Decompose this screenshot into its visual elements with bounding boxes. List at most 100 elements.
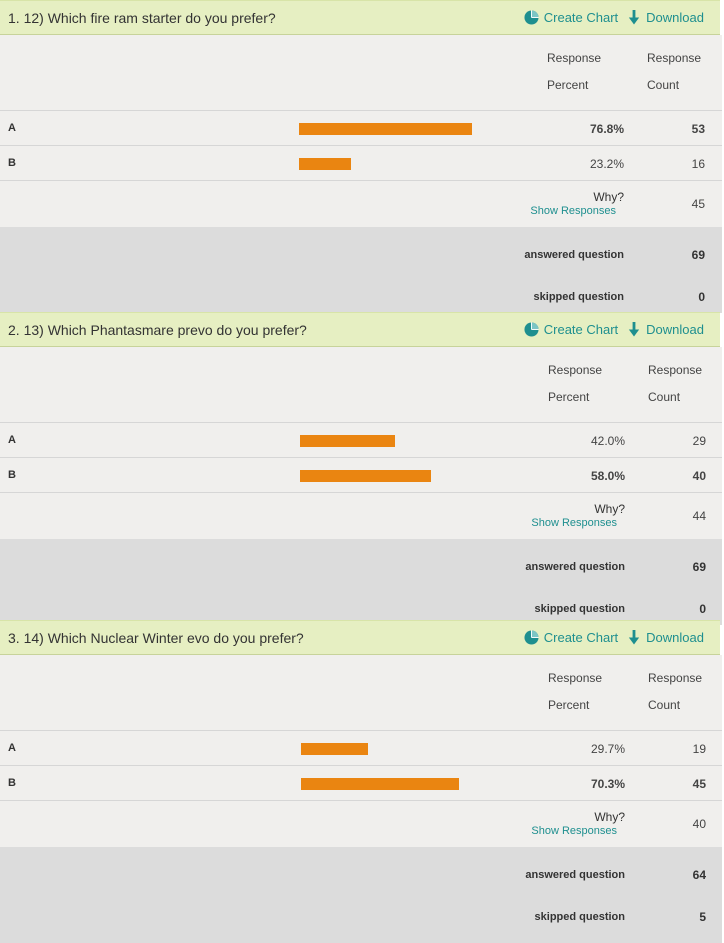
question-table: Response Percent Response Count A 76.8% 53 B 23.… [0, 35, 722, 313]
option-percent: 29.7% [590, 742, 625, 756]
response-percent-header-2: Percent [548, 698, 590, 712]
response-count-header-2: Count [647, 78, 680, 92]
skipped-question-label: skipped question [534, 603, 625, 615]
question-block: 1. 12) Which fire ram starter do you pre… [0, 0, 722, 313]
download-label: Download [646, 322, 704, 337]
download-button[interactable]: Download [628, 10, 704, 25]
show-responses-link[interactable]: Show Responses [496, 205, 616, 217]
response-percent-header-1: Response [548, 363, 603, 377]
show-responses-link[interactable]: Show Responses [497, 825, 617, 837]
row-divider [0, 422, 722, 423]
question-title: 2. 13) Which Phantasmare prevo do you pr… [8, 322, 307, 338]
option-count: 29 [692, 434, 706, 448]
question-header: 2. 13) Which Phantasmare prevo do you pr… [0, 312, 720, 347]
question-header: 3. 14) Which Nuclear Winter evo do you p… [0, 620, 720, 655]
option-percent: 23.2% [589, 157, 624, 171]
create-chart-button[interactable]: Create Chart [524, 10, 618, 25]
response-count-header-1: Response [648, 363, 703, 377]
skipped-question-label: skipped question [534, 911, 625, 923]
question-title: 1. 12) Which fire ram starter do you pre… [8, 10, 276, 26]
option-bar [300, 470, 431, 482]
question-actions: Create Chart Download [524, 322, 704, 337]
skipped-question-count: 0 [698, 290, 705, 304]
option-count: 19 [692, 742, 706, 756]
download-arrow-icon [629, 630, 640, 645]
question-header: 1. 12) Which fire ram starter do you pre… [0, 0, 720, 35]
response-count-header-1: Response [648, 671, 703, 685]
pie-chart-icon [524, 630, 539, 645]
answered-question-label: answered question [525, 561, 625, 573]
pie-chart-icon [524, 322, 539, 337]
why-label: Why? [594, 810, 625, 824]
option-label: B [8, 777, 16, 789]
option-bar [299, 158, 351, 170]
option-label: A [8, 122, 16, 134]
answered-question-count: 69 [692, 560, 706, 574]
skipped-question-label: skipped question [533, 291, 624, 303]
download-label: Download [646, 630, 704, 645]
option-label: A [8, 434, 16, 446]
option-count: 45 [692, 777, 706, 791]
option-bar [301, 778, 459, 790]
create-chart-button[interactable]: Create Chart [524, 322, 618, 337]
pie-chart-icon [524, 10, 539, 25]
question-block: 3. 14) Which Nuclear Winter evo do you p… [0, 620, 722, 943]
download-button[interactable]: Download [628, 630, 704, 645]
option-percent: 42.0% [590, 434, 625, 448]
option-bar [299, 123, 472, 135]
row-divider [0, 180, 722, 181]
response-percent-header-2: Percent [547, 78, 589, 92]
summary-block [0, 847, 722, 943]
row-divider [0, 145, 722, 146]
download-arrow-icon [629, 10, 640, 25]
why-label: Why? [593, 190, 624, 204]
response-percent-header-1: Response [547, 51, 602, 65]
question-table: Response Percent Response Count A 42.0% 29 B 58.… [0, 347, 722, 625]
download-arrow-icon [629, 322, 640, 337]
answered-question-label: answered question [524, 249, 624, 261]
why-count: 44 [692, 509, 706, 523]
answered-question-count: 64 [692, 868, 706, 882]
response-percent-header-2: Percent [548, 390, 590, 404]
create-chart-label: Create Chart [543, 10, 619, 25]
row-divider [0, 800, 722, 801]
download-button[interactable]: Download [628, 322, 704, 337]
option-label: A [8, 742, 16, 754]
answered-question-count: 69 [691, 248, 705, 262]
question-title: 3. 14) Which Nuclear Winter evo do you p… [8, 630, 304, 646]
option-percent: 70.3% [590, 777, 625, 791]
option-label: B [8, 469, 16, 481]
option-bar [300, 435, 395, 447]
show-responses-link[interactable]: Show Responses [497, 517, 617, 529]
skipped-question-count: 5 [699, 910, 706, 924]
option-count: 40 [692, 469, 706, 483]
option-bar [301, 743, 368, 755]
skipped-question-count: 0 [699, 602, 706, 616]
response-percent-header-1: Response [548, 671, 603, 685]
question-actions: Create Chart Download [524, 630, 704, 645]
option-percent: 58.0% [590, 469, 625, 483]
create-chart-label: Create Chart [543, 630, 619, 645]
question-actions: Create Chart Download [524, 10, 704, 25]
download-label: Download [646, 10, 704, 25]
question-table: Response Percent Response Count A 29.7% 19 B 70.… [0, 655, 722, 943]
create-chart-label: Create Chart [543, 322, 619, 337]
option-count: 53 [691, 122, 705, 136]
option-percent: 76.8% [589, 122, 624, 136]
option-label: B [8, 157, 16, 169]
response-count-header-1: Response [647, 51, 702, 65]
row-divider [0, 765, 722, 766]
why-count: 45 [691, 197, 705, 211]
row-divider [0, 730, 722, 731]
response-count-header-2: Count [648, 390, 681, 404]
create-chart-button[interactable]: Create Chart [524, 630, 618, 645]
why-count: 40 [692, 817, 706, 831]
option-count: 16 [691, 157, 705, 171]
response-count-header-2: Count [648, 698, 681, 712]
row-divider [0, 492, 722, 493]
why-label: Why? [594, 502, 625, 516]
answered-question-label: answered question [525, 869, 625, 881]
row-divider [0, 457, 722, 458]
question-block: 2. 13) Which Phantasmare prevo do you pr… [0, 312, 722, 625]
row-divider [0, 110, 722, 111]
